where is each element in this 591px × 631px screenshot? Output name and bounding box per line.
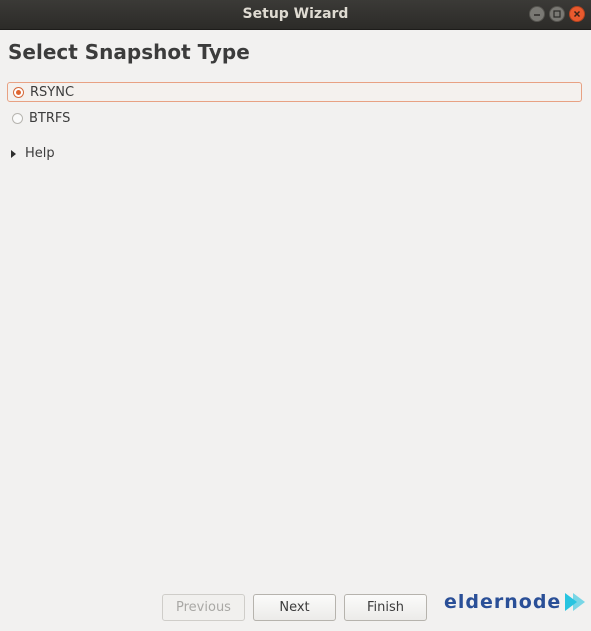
page-title: Select Snapshot Type <box>8 40 250 64</box>
title-bar[interactable]: Setup Wizard <box>0 0 591 30</box>
help-label: Help <box>25 146 55 161</box>
radio-option-btrfs[interactable]: BTRFS <box>7 108 582 128</box>
setup-wizard-window: Setup Wizard Select Snapshot Type RSYNC … <box>0 0 591 631</box>
maximize-icon <box>553 10 561 18</box>
previous-button[interactable]: Previous <box>162 594 245 621</box>
window-controls <box>529 6 585 22</box>
close-button[interactable] <box>569 6 585 22</box>
radio-label-btrfs: BTRFS <box>29 110 71 126</box>
radio-button-checked[interactable] <box>13 86 24 98</box>
minimize-icon <box>534 14 540 16</box>
maximize-button[interactable] <box>549 6 565 22</box>
minimize-button[interactable] <box>529 6 545 22</box>
play-arrow-icon <box>565 593 586 611</box>
close-icon <box>573 10 581 18</box>
radio-label-rsync: RSYNC <box>30 84 75 100</box>
triangle-right-icon <box>11 149 16 158</box>
help-expander[interactable]: Help <box>11 146 55 161</box>
watermark-text: eldernode <box>444 591 562 613</box>
radio-button-unchecked[interactable] <box>12 112 23 124</box>
radio-option-rsync[interactable]: RSYNC <box>7 82 582 102</box>
next-button[interactable]: Next <box>253 594 336 621</box>
window-title: Setup Wizard <box>242 6 349 22</box>
eldernode-watermark: eldernode <box>444 591 589 613</box>
finish-button[interactable]: Finish <box>344 594 427 621</box>
